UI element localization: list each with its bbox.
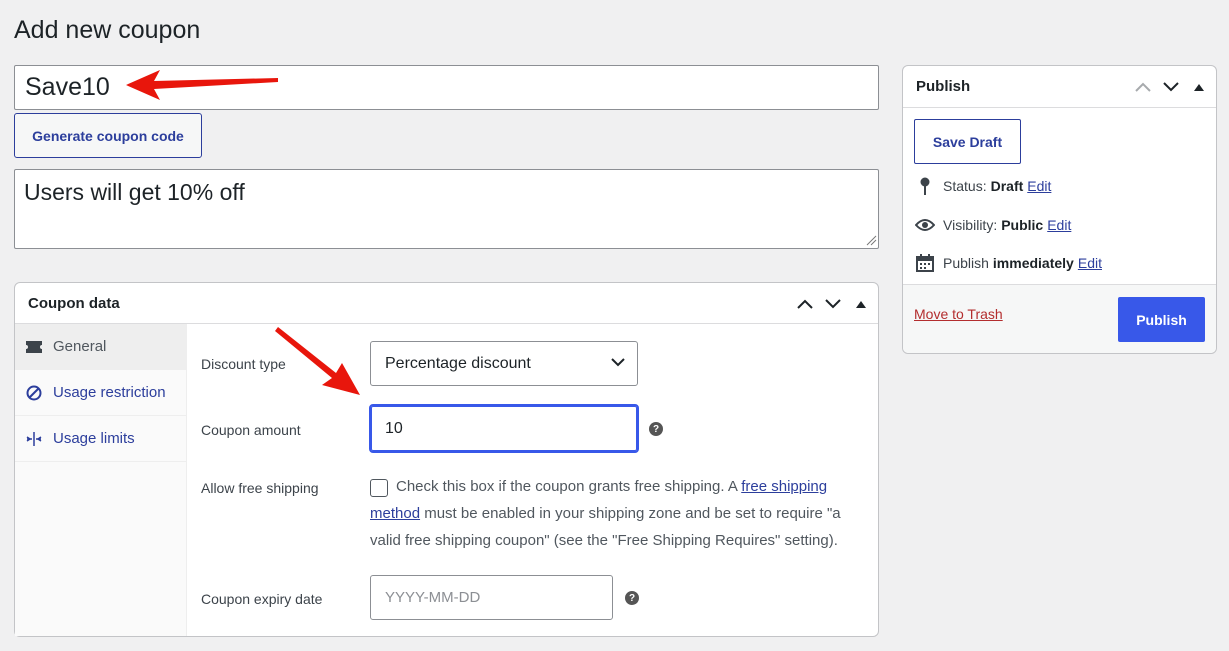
publish-actions: Move to Trash Publish xyxy=(903,284,1216,353)
status-value: Draft xyxy=(990,178,1024,194)
chevron-down-icon xyxy=(611,358,625,367)
generate-coupon-code-button[interactable]: Generate coupon code xyxy=(14,113,202,158)
page-title: Add new coupon xyxy=(14,16,201,44)
collapse-toggle-icon[interactable] xyxy=(1190,78,1208,96)
help-icon[interactable]: ? xyxy=(649,422,663,436)
visibility-row: Visibility: Public Edit xyxy=(915,215,1071,235)
free-shipping-label: Allow free shipping xyxy=(201,480,319,496)
coupon-expiry-date-input[interactable] xyxy=(370,575,613,620)
eye-icon xyxy=(915,215,935,235)
free-shipping-text-continued: must be enabled in your shipping zone an… xyxy=(370,505,841,549)
tab-usage-restriction[interactable]: Usage restriction xyxy=(15,370,186,416)
move-up-icon[interactable] xyxy=(796,295,814,313)
collapse-toggle-icon[interactable] xyxy=(852,295,870,313)
publish-panel: Publish Save Draft Status: Draft Edit Vi… xyxy=(902,65,1217,354)
move-to-trash-link[interactable]: Move to Trash xyxy=(914,306,1003,322)
move-down-icon[interactable] xyxy=(1162,78,1180,96)
visibility-edit-link[interactable]: Edit xyxy=(1047,217,1071,233)
pin-icon xyxy=(915,176,935,196)
ticket-icon xyxy=(25,338,43,356)
coupon-data-title: Coupon data xyxy=(28,294,120,312)
coupon-data-tabs: General Usage restriction Usage limits xyxy=(15,324,187,636)
visibility-label: Visibility: xyxy=(943,217,998,233)
free-shipping-text: Check this box if the coupon grants free… xyxy=(396,478,742,495)
tab-general-label: General xyxy=(53,338,107,355)
discount-type-select[interactable]: Percentage discount xyxy=(370,341,638,386)
help-icon[interactable]: ? xyxy=(625,591,639,605)
coupon-amount-label: Coupon amount xyxy=(201,422,301,438)
tab-general[interactable]: General xyxy=(15,324,186,370)
status-edit-link[interactable]: Edit xyxy=(1027,178,1051,194)
move-down-icon[interactable] xyxy=(824,295,842,313)
publish-date-row: Publish immediately Edit xyxy=(915,253,1102,273)
publish-date-edit-link[interactable]: Edit xyxy=(1078,255,1102,271)
tab-usage-limits-label: Usage limits xyxy=(53,430,135,447)
annotation-arrow-icon xyxy=(275,327,360,395)
tab-usage-limits[interactable]: Usage limits xyxy=(15,416,186,462)
discount-type-value: Percentage discount xyxy=(385,354,531,372)
coupon-data-panel: Coupon data General Usage restriction Us… xyxy=(14,282,879,637)
save-draft-button[interactable]: Save Draft xyxy=(914,119,1021,164)
publish-button[interactable]: Publish xyxy=(1118,297,1205,342)
coupon-amount-input[interactable] xyxy=(369,404,639,453)
annotation-arrow-icon xyxy=(126,70,278,100)
free-shipping-description: Check this box if the coupon grants free… xyxy=(370,473,850,554)
status-row: Status: Draft Edit xyxy=(915,176,1051,196)
block-icon xyxy=(25,384,43,402)
status-label: Status: xyxy=(943,178,987,194)
limits-icon xyxy=(25,430,43,448)
calendar-icon xyxy=(915,253,935,273)
coupon-expiry-label: Coupon expiry date xyxy=(201,591,323,607)
move-up-icon[interactable] xyxy=(1134,78,1152,96)
coupon-data-header: Coupon data xyxy=(15,283,878,324)
publish-title: Publish xyxy=(916,78,971,95)
publish-date-value: immediately xyxy=(992,255,1074,271)
resize-handle-icon[interactable] xyxy=(865,234,877,246)
tab-usage-restriction-label: Usage restriction xyxy=(53,384,166,401)
publish-header: Publish xyxy=(903,66,1216,108)
visibility-value: Public xyxy=(1001,217,1044,233)
publish-date-label: Publish xyxy=(943,255,989,271)
coupon-description-textarea[interactable]: Users will get 10% off xyxy=(14,169,879,249)
